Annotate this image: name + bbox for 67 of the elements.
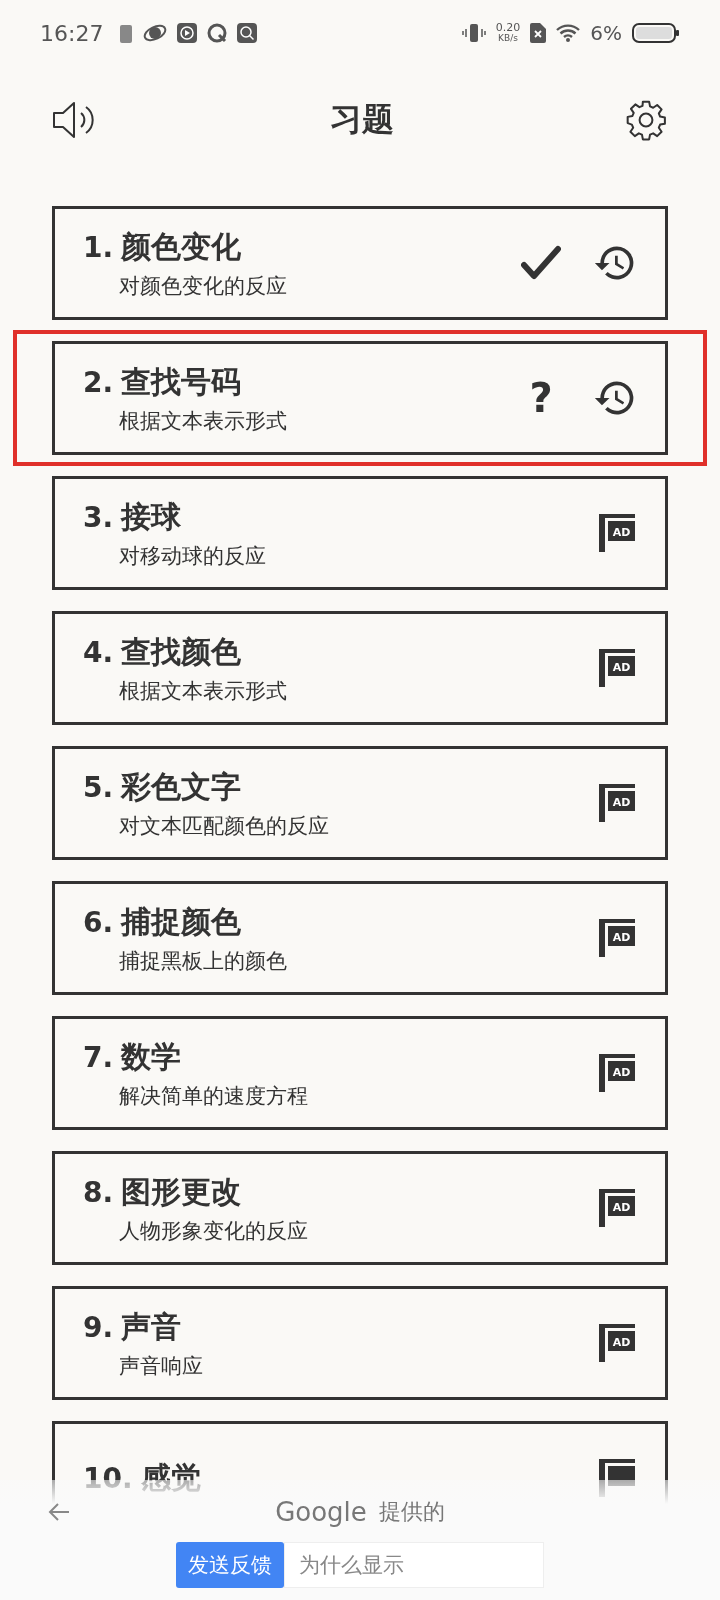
ad-sign-icon: AD [599, 1189, 637, 1227]
exercise-card[interactable]: 7. 数学 解决简单的速度方程 AD [52, 1016, 668, 1130]
exercise-title: 捕捉颜色 [121, 902, 242, 941]
exercise-description: 人物形象变化的反应 [118, 1217, 309, 1245]
play-icon [177, 23, 198, 43]
exercise-number: 2. [83, 365, 114, 399]
exercise-description: 根据文本表示形式 [118, 677, 288, 705]
exercise-card[interactable]: 4. 查找颜色 根据文本表示形式 AD [52, 611, 668, 725]
why-this-ad-button[interactable]: 为什么显示 [284, 1542, 544, 1588]
exercise-title: 感觉 [140, 1458, 201, 1497]
exercise-card[interactable]: 1. 颜色变化 对颜色变化的反应 [52, 206, 668, 320]
ad-sign-icon: AD [599, 1054, 637, 1092]
exercise-title: 接球 [121, 497, 182, 536]
exercise-card[interactable]: 6. 捕捉颜色 捕捉黑板上的颜色 AD [52, 881, 668, 995]
exercise-number: 1. [83, 230, 114, 264]
exercise-number: 6. [83, 905, 114, 939]
page-title: 习题 [330, 99, 394, 140]
exercise-description: 声音响应 [118, 1352, 204, 1380]
chat-icon [207, 23, 228, 43]
exercise-card[interactable]: 5. 彩色文字 对文本匹配颜色的反应 AD [52, 746, 668, 860]
planet-icon [143, 23, 168, 43]
exercise-card[interactable]: 2. 查找号码 根据文本表示形式 ? [52, 341, 668, 455]
google-label: Google [275, 1497, 367, 1527]
exercise-title: 颜色变化 [121, 227, 242, 266]
exercise-description: 解决简单的速度方程 [118, 1082, 309, 1110]
exercise-card[interactable]: 3. 接球 对移动球的反应 AD [52, 476, 668, 590]
exercise-description: 对移动球的反应 [118, 542, 267, 570]
exercise-number: 5. [83, 770, 114, 804]
status-time: 16:27 [40, 20, 104, 46]
feedback-button[interactable]: 发送反馈 [176, 1542, 284, 1588]
provided-by-text: 提供的 [378, 1498, 445, 1526]
settings-icon [624, 98, 668, 142]
battery-icon [632, 23, 680, 43]
exercise-title: 查找颜色 [121, 632, 242, 671]
battery-percent: 6% [590, 21, 622, 45]
ad-sign-icon: AD [599, 649, 637, 687]
vibrate-icon [461, 23, 486, 43]
question-mark: ? [528, 375, 554, 421]
exercise-description: 捕捉黑板上的颜色 [118, 947, 288, 975]
settings-button[interactable] [624, 98, 668, 142]
exercise-number: 7. [83, 1040, 114, 1074]
exercise-card[interactable]: 9. 声音 声音响应 AD [52, 1286, 668, 1400]
exercise-number: 4. [83, 635, 114, 669]
ad-sign-icon: AD [599, 784, 637, 822]
exercise-title: 彩色文字 [121, 767, 242, 806]
exercise-description: 对颜色变化的反应 [118, 272, 288, 300]
exercise-number: 9. [83, 1310, 114, 1344]
back-arrow-icon[interactable] [48, 1502, 70, 1522]
exercise-title: 图形更改 [121, 1172, 242, 1211]
wifi-icon [556, 24, 581, 42]
exercise-title: 声音 [121, 1307, 182, 1346]
search-app-icon [237, 23, 258, 43]
ad-sign-icon: AD [599, 1324, 637, 1362]
exercise-title: 查找号码 [121, 362, 242, 401]
exercise-number: 8. [83, 1175, 114, 1209]
network-speed: 0.20 [495, 22, 521, 33]
sim-icon [530, 23, 547, 43]
exercise-description: 对文本匹配颜色的反应 [118, 812, 330, 840]
exercise-number: 10. [83, 1461, 133, 1495]
battery-saver-icon [119, 23, 134, 43]
exercise-number: 3. [83, 500, 114, 534]
exercise-card[interactable]: 8. 图形更改 人物形象变化的反应 AD [52, 1151, 668, 1265]
ad-sign-icon: AD [599, 919, 637, 957]
ad-sign-icon: AD [599, 514, 637, 552]
network-speed-unit: KB/s [498, 33, 518, 44]
exercise-title: 数学 [121, 1037, 182, 1076]
exercise-description: 根据文本表示形式 [118, 407, 288, 435]
